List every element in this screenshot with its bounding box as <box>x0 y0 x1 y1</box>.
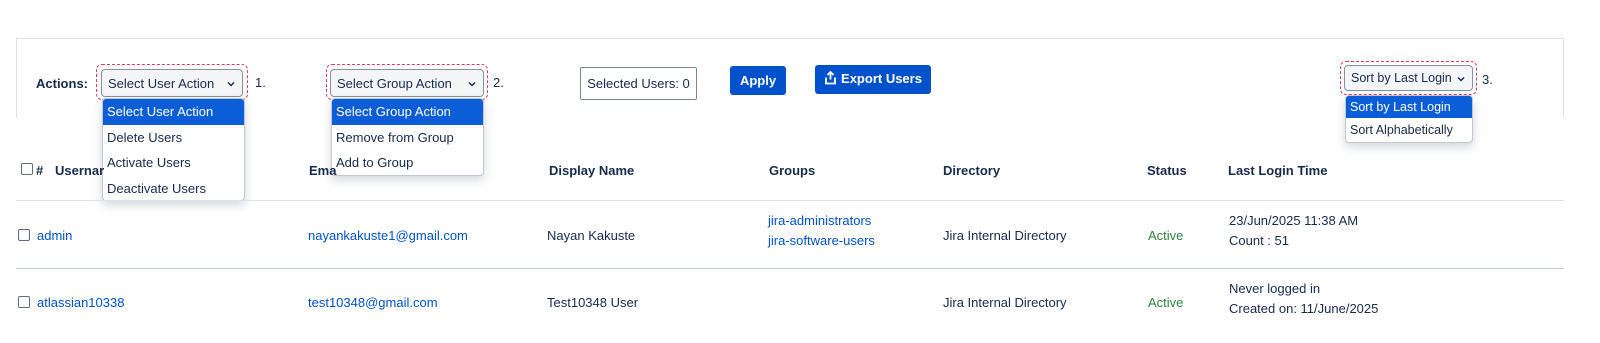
user-action-menu: Select User Action Delete Users Activate… <box>102 98 245 201</box>
chevron-down-icon <box>1457 76 1465 82</box>
email-link[interactable]: nayankakuste1@gmail.com <box>308 228 468 243</box>
group-action-option[interactable]: Add to Group <box>332 150 483 175</box>
header-display-name: Display Name <box>549 163 635 178</box>
sort-select[interactable]: Sort by Last Login <box>1344 65 1473 91</box>
export-users-button[interactable]: Export Users <box>815 65 931 94</box>
header-directory: Directory <box>943 163 1001 178</box>
user-action-option[interactable]: Select User Action <box>103 99 244 125</box>
header-divider <box>16 200 1564 201</box>
user-action-select-value: Select User Action <box>108 76 215 91</box>
row-checkbox[interactable] <box>18 296 30 308</box>
sort-menu: Sort by Last Login Sort Alphabetically <box>1345 95 1473 143</box>
display-name: Test10348 User <box>547 295 639 310</box>
last-login-time: Never logged in <box>1229 281 1321 296</box>
group-action-select[interactable]: Select Group Action <box>330 69 484 97</box>
chevron-down-icon <box>227 81 235 87</box>
display-name: Nayan Kakuste <box>547 228 636 243</box>
username-link[interactable]: atlassian10338 <box>37 295 124 310</box>
directory: Jira Internal Directory <box>943 228 1067 243</box>
status-badge: Active <box>1148 295 1184 310</box>
actions-label: Actions: <box>36 76 88 91</box>
user-action-option[interactable]: Delete Users <box>103 125 244 151</box>
export-icon <box>825 70 836 85</box>
export-users-label: Export Users <box>841 71 922 86</box>
selected-users-count: Selected Users: 0 <box>580 67 697 100</box>
chevron-down-icon <box>468 81 476 87</box>
user-action-option[interactable]: Activate Users <box>103 150 244 176</box>
select-all-checkbox[interactable] <box>21 163 33 175</box>
step-1-label: 1. <box>255 75 266 90</box>
apply-button[interactable]: Apply <box>730 66 786 95</box>
header-last-login: Last Login Time <box>1228 163 1328 178</box>
user-action-option[interactable]: Deactivate Users <box>103 176 244 201</box>
header-username: Usernar <box>55 163 105 178</box>
status-badge: Active <box>1148 228 1184 243</box>
user-action-select[interactable]: Select User Action <box>101 69 243 97</box>
login-count: Count : 51 <box>1229 233 1289 248</box>
step-3-label: 3. <box>1482 72 1493 87</box>
header-hash: # <box>36 163 44 178</box>
created-on: Created on: 11/June/2025 <box>1229 301 1379 316</box>
group-action-select-value: Select Group Action <box>337 76 452 91</box>
sort-option[interactable]: Sort Alphabetically <box>1346 118 1472 142</box>
email-link[interactable]: test10348@gmail.com <box>308 295 438 310</box>
header-groups: Groups <box>769 163 816 178</box>
sort-option[interactable]: Sort by Last Login <box>1346 96 1472 118</box>
row-checkbox[interactable] <box>18 229 30 241</box>
username-link[interactable]: admin <box>37 228 72 243</box>
step-2-label: 2. <box>493 75 504 90</box>
header-email: Ema <box>309 163 337 178</box>
actions-panel <box>16 38 1564 118</box>
group-action-option[interactable]: Select Group Action <box>332 99 483 125</box>
last-login-time: 23/Jun/2025 11:38 AM <box>1229 213 1359 228</box>
group-action-menu: Select Group Action Remove from Group Ad… <box>331 98 484 176</box>
header-status: Status <box>1147 163 1187 178</box>
row-divider <box>16 268 1564 269</box>
group-link[interactable]: jira-administrators <box>768 213 871 228</box>
sort-select-value: Sort by Last Login <box>1351 71 1452 85</box>
group-action-option[interactable]: Remove from Group <box>332 125 483 151</box>
directory: Jira Internal Directory <box>943 295 1067 310</box>
group-link[interactable]: jira-software-users <box>768 233 875 248</box>
